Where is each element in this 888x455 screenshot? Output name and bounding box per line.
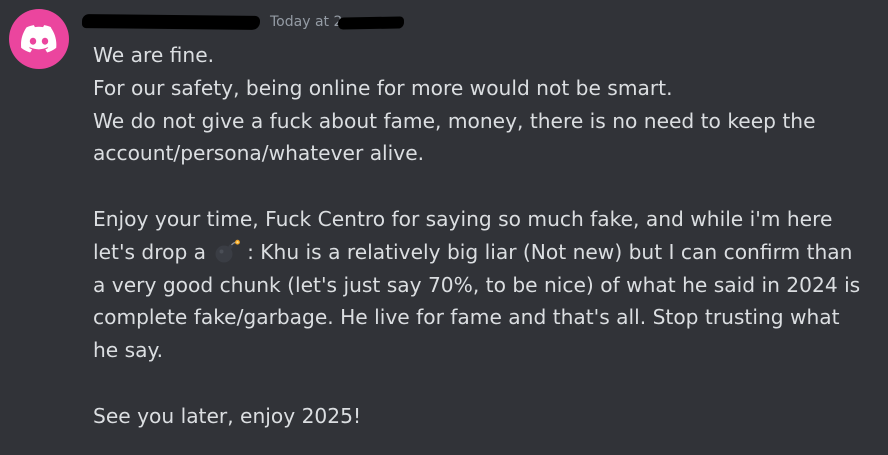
chat-message: Today at 2 We are fine. For our safety, … (0, 0, 888, 455)
avatar[interactable] (9, 9, 69, 69)
discord-logo-icon (21, 25, 57, 53)
message-line: See you later, enjoy 2025! (93, 403, 362, 428)
message-line: We do not give a fuck about fame, money,… (93, 108, 816, 133)
timestamp-redacted (338, 16, 405, 30)
message-line: For our safety, being online for more wo… (93, 75, 673, 100)
message-line: Enjoy your time, Fuck Centro for saying … (93, 206, 833, 231)
message-line: a very good chunk (let's just say 70%, t… (93, 272, 861, 297)
timestamp-text: Today at 2 (270, 14, 343, 30)
message-line: he say. (93, 338, 164, 363)
message-line-end: : Khu is a relatively big liar (Not new)… (247, 239, 853, 264)
message-line: let's drop a : Khu is a relatively big l… (93, 236, 883, 269)
timestamp[interactable]: Today at 2 (270, 14, 405, 30)
bomb-icon (215, 239, 240, 263)
message-content: We are fine. For our safety, being onlin… (93, 39, 883, 433)
username-redacted[interactable] (81, 14, 261, 30)
message-line-start: let's drop a (93, 239, 207, 264)
message-header: Today at 2 (81, 10, 405, 34)
message-line: complete fake/garbage. He live for fame … (93, 305, 840, 330)
message-line: We are fine. (93, 43, 215, 67)
message-line: account/persona/whatever alive. (93, 141, 425, 166)
